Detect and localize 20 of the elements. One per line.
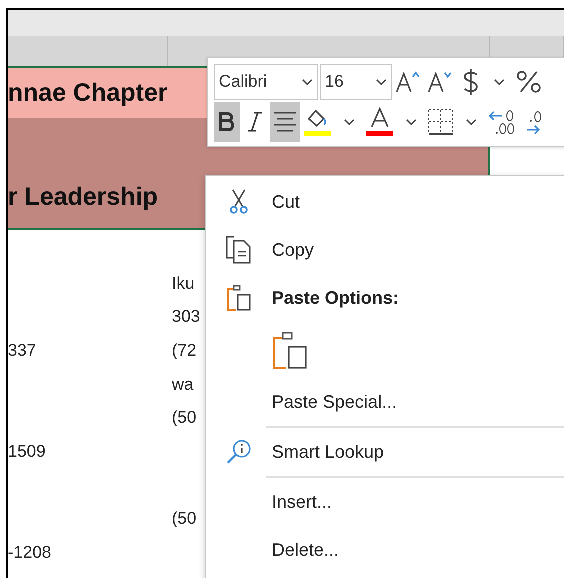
menu-item[interactable]: Cut <box>272 192 300 212</box>
cell-text: 303 <box>172 307 200 326</box>
font-size-dropdown[interactable]: 16 <box>320 64 392 100</box>
cell-text: wa <box>172 374 194 394</box>
menu-item[interactable]: Copy <box>272 240 314 260</box>
menu-item[interactable]: Insert... <box>272 492 332 512</box>
menu-item[interactable]: Smart Lookup <box>272 442 384 462</box>
font-name-dropdown[interactable]: Calibri <box>214 64 318 100</box>
cell-text: 337 <box>8 340 36 360</box>
cell-text: (72 <box>172 340 197 360</box>
cell-text: -1208 <box>8 542 52 562</box>
title-text: r Leadership <box>8 183 158 212</box>
title-text: nnae Chapter <box>8 78 168 108</box>
menu-item[interactable]: Paste Special... <box>272 392 398 412</box>
cell-text: (50 <box>172 508 197 528</box>
menu-heading: Paste Options: <box>272 288 400 308</box>
cell-text: (50 <box>172 408 197 428</box>
cell-text: 1509 <box>8 442 46 461</box>
menu-item[interactable]: Delete... <box>272 540 340 560</box>
cell-text: Iku <box>172 274 195 293</box>
